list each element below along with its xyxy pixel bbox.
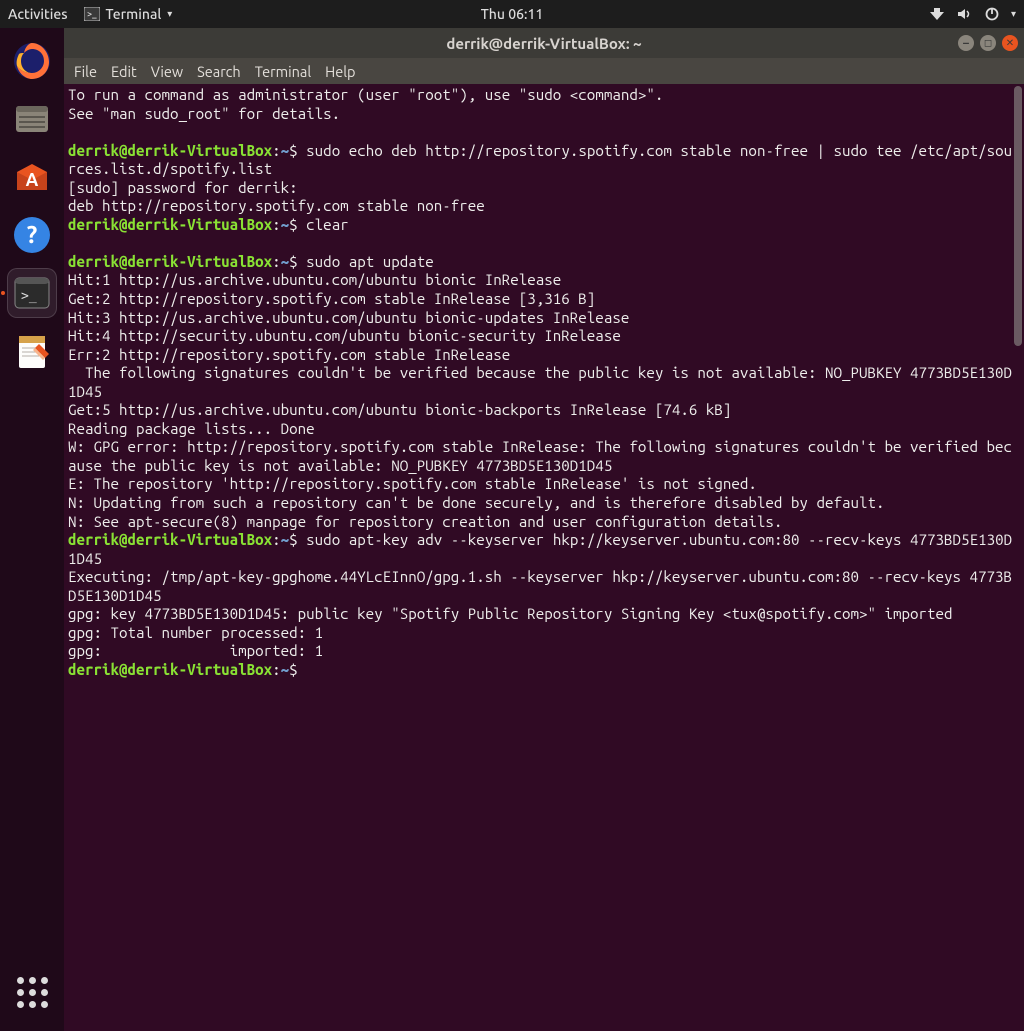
- terminal-window: derrik@derrik-VirtualBox: ~ ‒ ◻ ✕ File E…: [64, 28, 1024, 1031]
- svg-text:A: A: [26, 170, 39, 190]
- activities-button[interactable]: Activities: [8, 6, 68, 22]
- menu-search[interactable]: Search: [197, 63, 241, 80]
- close-button[interactable]: ✕: [1002, 35, 1018, 51]
- menu-help[interactable]: Help: [325, 63, 355, 80]
- minimize-button[interactable]: ‒: [958, 35, 974, 51]
- power-icon[interactable]: [985, 7, 999, 21]
- dock-firefox[interactable]: [7, 36, 57, 86]
- svg-text:>_: >_: [21, 289, 37, 304]
- dock-help[interactable]: ?: [7, 210, 57, 260]
- network-icon[interactable]: [929, 7, 945, 21]
- dock-text-editor[interactable]: [7, 326, 57, 376]
- chevron-down-icon[interactable]: ▾: [1011, 8, 1016, 20]
- show-applications[interactable]: [7, 967, 57, 1017]
- menu-view[interactable]: View: [151, 63, 183, 80]
- menu-edit[interactable]: Edit: [111, 63, 137, 80]
- top-panel: Activities >_ Terminal ▾ Thu 06:11 ▾: [0, 0, 1024, 28]
- maximize-button[interactable]: ◻: [980, 35, 996, 51]
- scrollbar[interactable]: [1014, 86, 1022, 346]
- dock: A ? >_: [0, 28, 64, 1031]
- dock-terminal[interactable]: >_: [7, 268, 57, 318]
- titlebar[interactable]: derrik@derrik-VirtualBox: ~ ‒ ◻ ✕: [64, 28, 1024, 58]
- chevron-down-icon: ▾: [167, 8, 172, 20]
- window-title: derrik@derrik-VirtualBox: ~: [446, 35, 641, 52]
- terminal-icon: >_: [84, 7, 100, 21]
- svg-text:>_: >_: [87, 9, 97, 19]
- dock-files[interactable]: [7, 94, 57, 144]
- clock[interactable]: Thu 06:11: [481, 6, 544, 22]
- app-menu[interactable]: >_ Terminal ▾: [84, 6, 173, 22]
- terminal-content[interactable]: To run a command as administrator (user …: [64, 84, 1024, 1031]
- svg-text:?: ?: [27, 221, 38, 248]
- menu-terminal[interactable]: Terminal: [255, 63, 311, 80]
- volume-icon[interactable]: [957, 7, 973, 21]
- menu-file[interactable]: File: [74, 63, 97, 80]
- menubar: File Edit View Search Terminal Help: [64, 58, 1024, 84]
- apps-grid-icon: [17, 977, 48, 1008]
- dock-software[interactable]: A: [7, 152, 57, 202]
